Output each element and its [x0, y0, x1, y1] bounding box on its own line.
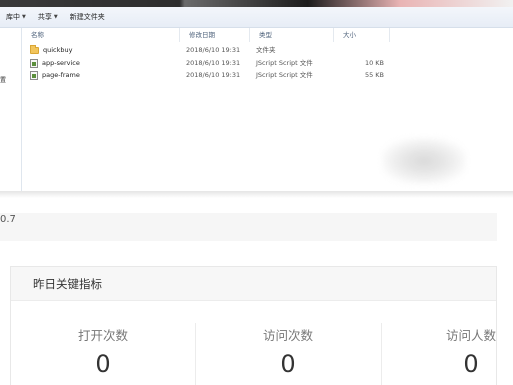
blurred-region	[382, 138, 466, 184]
file-date: 2018/6/10 19:31	[186, 59, 241, 67]
metric-label: 打开次数	[77, 328, 128, 343]
toolbar-new-folder-button[interactable]: 新建文件夹	[64, 7, 111, 27]
column-header-date[interactable]: 修改日期	[180, 28, 250, 42]
chevron-down-icon: ▼	[22, 14, 26, 20]
file-size: 10 KB	[364, 59, 384, 67]
window-bottom-shadow	[0, 191, 513, 198]
file-name: app-service	[42, 59, 80, 67]
js-file-icon	[30, 70, 38, 80]
metric-open-count: 打开次数 0	[11, 301, 195, 385]
file-row[interactable]: app-service 2018/6/10 19:31 JScript Scri…	[22, 57, 392, 69]
metric-visit-count: 访问次数 0	[195, 301, 381, 385]
explorer-toolbar: 库中 ▼ 共享 ▼ 新建文件夹	[0, 7, 513, 28]
file-explorer-window: 库中 ▼ 共享 ▼ 新建文件夹 置 名称 修改日期 类型 大小 quickbuy…	[0, 0, 513, 200]
file-type: JScript Script 文件	[256, 71, 313, 79]
toolbar-include-in-library[interactable]: 库中 ▼	[0, 7, 32, 27]
metric-label: 访问次数	[262, 328, 313, 343]
toolbar-share-button[interactable]: 共享 ▼	[32, 7, 64, 27]
screenshot-page: 库中 ▼ 共享 ▼ 新建文件夹 置 名称 修改日期 类型 大小 quickbuy…	[0, 0, 513, 385]
window-top-edge	[0, 0, 513, 7]
version-text: 0.7	[0, 214, 16, 225]
metric-value: 0	[280, 350, 296, 378]
file-type: 文件夹	[256, 46, 276, 54]
folder-icon	[30, 44, 39, 54]
nav-pane-label: 置	[0, 77, 7, 84]
file-date: 2018/6/10 19:31	[186, 46, 241, 54]
metrics-panel-title: 昨日关键指标	[33, 277, 102, 291]
metric-label: 访问人数	[445, 328, 496, 343]
navigation-pane[interactable]: 置	[0, 28, 22, 192]
metrics-panel-header: 昨日关键指标	[11, 267, 496, 301]
file-name-cell: quickbuy	[30, 44, 72, 56]
file-name: page-frame	[42, 71, 80, 79]
file-date: 2018/6/10 19:31	[186, 71, 241, 79]
js-file-icon	[30, 58, 38, 68]
key-metrics-panel: 昨日关键指标 打开次数 0 访问次数 0 访问人数 0	[10, 266, 497, 385]
file-name-cell: app-service	[30, 57, 80, 69]
column-header-type[interactable]: 类型	[250, 28, 334, 42]
toolbar-share-label: 共享	[37, 13, 52, 21]
chevron-down-icon: ▼	[53, 14, 58, 20]
file-name: quickbuy	[43, 46, 73, 54]
file-type: JScript Script 文件	[256, 59, 313, 67]
toolbar-new-folder-label: 新建文件夹	[69, 13, 105, 21]
file-name-cell: page-frame	[30, 69, 80, 81]
toolbar-include-label: 库中	[6, 13, 20, 21]
metric-value: 0	[463, 350, 479, 378]
column-header-size[interactable]: 大小	[334, 28, 390, 42]
file-size: 55 KB	[364, 71, 384, 79]
metric-value: 0	[95, 350, 111, 378]
column-headers: 名称 修改日期 类型 大小	[22, 28, 422, 42]
metric-visitor-count: 访问人数 0	[381, 301, 513, 385]
column-header-name[interactable]: 名称	[22, 28, 180, 42]
file-row[interactable]: quickbuy 2018/6/10 19:31 文件夹	[22, 44, 392, 56]
file-row[interactable]: page-frame 2018/6/10 19:31 JScript Scrip…	[22, 69, 392, 81]
file-size	[344, 44, 384, 56]
info-bar	[0, 213, 497, 241]
